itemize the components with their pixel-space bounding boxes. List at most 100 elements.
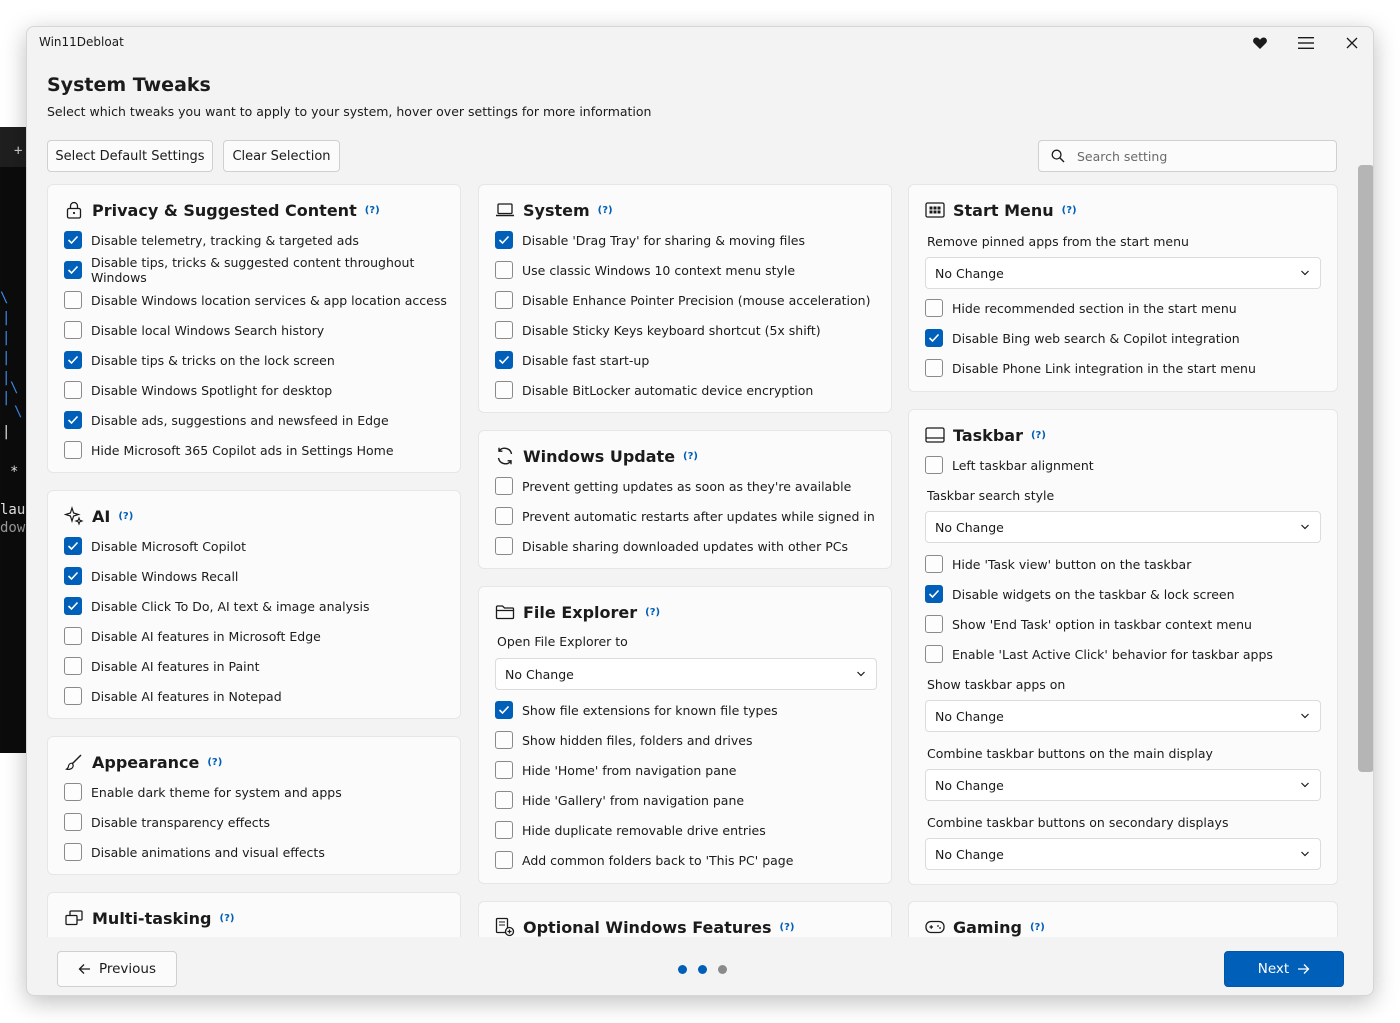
checkbox-unchecked[interactable] <box>495 507 513 525</box>
search-style-dropdown[interactable]: No Change <box>925 511 1321 543</box>
checkbox-unchecked[interactable] <box>925 645 943 663</box>
checkbox-row[interactable]: Disable fast start-up <box>495 350 649 370</box>
checkbox-row[interactable]: Use classic Windows 10 context menu styl… <box>495 260 795 280</box>
combine-secondary-dropdown[interactable]: No Change <box>925 838 1321 870</box>
checkbox-unchecked[interactable] <box>495 381 513 399</box>
previous-button[interactable]: Previous <box>57 951 177 987</box>
checkbox-unchecked[interactable] <box>495 761 513 779</box>
checkbox-checked[interactable] <box>64 567 82 585</box>
checkbox-row[interactable]: Disable sharing downloaded updates with … <box>495 536 848 556</box>
file-explorer-help-link[interactable]: (?) <box>645 607 660 618</box>
checkbox-checked[interactable] <box>925 329 943 347</box>
checkbox-row[interactable]: Disable BitLocker automatic device encry… <box>495 380 813 400</box>
checkbox-row[interactable]: Disable AI features in Microsoft Edge <box>64 626 321 646</box>
checkbox-unchecked[interactable] <box>64 321 82 339</box>
search-box[interactable] <box>1038 140 1337 172</box>
checkbox-row[interactable]: Disable local Windows Search history <box>64 320 324 340</box>
checkbox-row[interactable]: Prevent automatic restarts after updates… <box>495 506 875 526</box>
checkbox-row[interactable]: Disable AI features in Notepad <box>64 686 282 706</box>
checkbox-row[interactable]: Enable dark theme for system and apps <box>64 782 342 802</box>
checkbox-unchecked[interactable] <box>495 261 513 279</box>
open-explorer-dropdown[interactable]: No Change <box>495 658 877 690</box>
apps-on-dropdown[interactable]: No Change <box>925 700 1321 732</box>
checkbox-row[interactable]: Disable Click To Do, AI text & image ana… <box>64 596 370 616</box>
checkbox-row[interactable]: Disable transparency effects <box>64 812 270 832</box>
checkbox-unchecked[interactable] <box>495 821 513 839</box>
pinned-apps-dropdown[interactable]: No Change <box>925 257 1321 289</box>
checkbox-row[interactable]: Disable Windows Spotlight for desktop <box>64 380 332 400</box>
checkbox-row[interactable]: Disable telemetry, tracking & targeted a… <box>64 230 359 250</box>
menu-button[interactable] <box>1290 31 1322 55</box>
close-button[interactable] <box>1336 31 1368 55</box>
gaming-help-link[interactable]: (?) <box>1030 922 1045 933</box>
select-default-settings-button[interactable]: Select Default Settings <box>47 140 213 172</box>
checkbox-checked[interactable] <box>495 231 513 249</box>
checkbox-unchecked[interactable] <box>925 456 943 474</box>
checkbox-unchecked[interactable] <box>495 731 513 749</box>
start-menu-help-link[interactable]: (?) <box>1062 205 1077 216</box>
checkbox-row[interactable]: Disable Enhance Pointer Precision (mouse… <box>495 290 870 310</box>
checkbox-unchecked[interactable] <box>64 627 82 645</box>
checkbox-unchecked[interactable] <box>495 477 513 495</box>
checkbox-checked[interactable] <box>64 411 82 429</box>
checkbox-row[interactable]: Show file extensions for known file type… <box>495 700 778 720</box>
checkbox-checked[interactable] <box>495 701 513 719</box>
checkbox-row[interactable]: Disable tips, tricks & suggested content… <box>64 255 460 285</box>
checkbox-unchecked[interactable] <box>925 555 943 573</box>
windows-update-help-link[interactable]: (?) <box>683 451 698 462</box>
privacy-help-link[interactable]: (?) <box>365 205 380 216</box>
checkbox-row[interactable]: Enable 'Last Active Click' behavior for … <box>925 644 1273 664</box>
checkbox-checked[interactable] <box>64 537 82 555</box>
search-input[interactable] <box>1077 148 1307 164</box>
checkbox-unchecked[interactable] <box>925 615 943 633</box>
multitasking-help-link[interactable]: (?) <box>220 913 235 924</box>
checkbox-unchecked[interactable] <box>495 321 513 339</box>
checkbox-row[interactable]: Disable Windows Recall <box>64 566 238 586</box>
left-taskbar-alignment-row[interactable]: Left taskbar alignment <box>925 455 1094 475</box>
checkbox-unchecked[interactable] <box>495 791 513 809</box>
checkbox-row[interactable]: Disable Windows location services & app … <box>64 290 447 310</box>
checkbox-row[interactable]: Disable animations and visual effects <box>64 842 325 862</box>
checkbox-row[interactable]: Disable Bing web search & Copilot integr… <box>925 328 1240 348</box>
checkbox-unchecked[interactable] <box>64 843 82 861</box>
checkbox-row[interactable]: Disable Phone Link integration in the st… <box>925 358 1256 378</box>
next-button[interactable]: Next <box>1224 951 1344 987</box>
checkbox-unchecked[interactable] <box>925 299 943 317</box>
checkbox-checked[interactable] <box>64 231 82 249</box>
checkbox-row[interactable]: Hide 'Task view' button on the taskbar <box>925 554 1191 574</box>
checkbox-row[interactable]: Hide duplicate removable drive entries <box>495 820 766 840</box>
checkbox-unchecked[interactable] <box>64 291 82 309</box>
checkbox-unchecked[interactable] <box>495 537 513 555</box>
checkbox-row[interactable]: Disable ads, suggestions and newsfeed in… <box>64 410 389 430</box>
taskbar-help-link[interactable]: (?) <box>1031 430 1046 441</box>
donate-button[interactable] <box>1244 31 1276 55</box>
optional-features-help-link[interactable]: (?) <box>780 922 795 933</box>
checkbox-checked[interactable] <box>64 261 82 279</box>
checkbox-unchecked[interactable] <box>64 441 82 459</box>
checkbox-checked[interactable] <box>495 351 513 369</box>
checkbox-unchecked[interactable] <box>64 657 82 675</box>
checkbox-row[interactable]: Add common folders back to 'This PC' pag… <box>495 850 793 870</box>
checkbox-row[interactable]: Disable 'Drag Tray' for sharing & moving… <box>495 230 805 250</box>
checkbox-unchecked[interactable] <box>64 381 82 399</box>
checkbox-checked[interactable] <box>64 597 82 615</box>
checkbox-row[interactable]: Hide recommended section in the start me… <box>925 298 1237 318</box>
checkbox-row[interactable]: Hide Microsoft 365 Copilot ads in Settin… <box>64 440 394 460</box>
checkbox-checked[interactable] <box>925 585 943 603</box>
checkbox-row[interactable]: Disable tips & tricks on the lock screen <box>64 350 335 370</box>
checkbox-row[interactable]: Disable Sticky Keys keyboard shortcut (5… <box>495 320 821 340</box>
checkbox-row[interactable]: Prevent getting updates as soon as they'… <box>495 476 851 496</box>
system-help-link[interactable]: (?) <box>598 205 613 216</box>
checkbox-unchecked[interactable] <box>64 687 82 705</box>
checkbox-checked[interactable] <box>64 351 82 369</box>
checkbox-row[interactable]: Disable AI features in Paint <box>64 656 259 676</box>
appearance-help-link[interactable]: (?) <box>207 757 222 768</box>
checkbox-row[interactable]: Disable Microsoft Copilot <box>64 536 246 556</box>
checkbox-unchecked[interactable] <box>64 783 82 801</box>
checkbox-row[interactable]: Show 'End Task' option in taskbar contex… <box>925 614 1252 634</box>
checkbox-unchecked[interactable] <box>925 359 943 377</box>
scrollbar-thumb[interactable] <box>1358 165 1373 772</box>
clear-selection-button[interactable]: Clear Selection <box>223 140 340 172</box>
checkbox-unchecked[interactable] <box>495 291 513 309</box>
ai-help-link[interactable]: (?) <box>118 511 133 522</box>
